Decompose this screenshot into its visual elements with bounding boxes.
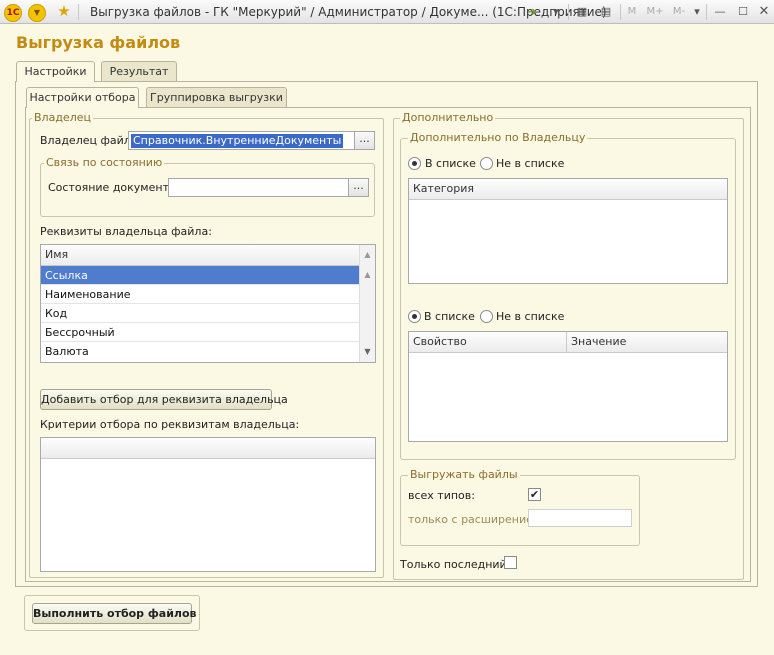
by-owner-legend: Дополнительно по Владельцу <box>408 131 588 144</box>
state-group-legend: Связь по состоянию <box>44 156 165 169</box>
scroll-up-small-icon[interactable]: ▲ <box>360 268 375 282</box>
requisites-table-header: Имя <box>41 245 375 266</box>
criteria-table[interactable] <box>40 437 376 572</box>
close-icon[interactable]: ✕ <box>756 4 772 20</box>
table-row[interactable]: Валюта <box>41 342 360 361</box>
category-table-header: Категория <box>409 179 727 200</box>
all-types-label: всех типов: <box>408 489 475 502</box>
properties-table-header: Свойство Значение <box>409 332 727 353</box>
toolbar-dropdown-icon[interactable]: ▾ <box>691 4 703 20</box>
calendar-icon[interactable]: ▤ <box>598 4 614 20</box>
owner-file-field[interactable]: Справочник.ВнутренниеДокументы ... <box>128 131 375 150</box>
scroll-down-icon[interactable]: ▼ <box>360 345 375 359</box>
properties-table[interactable]: Свойство Значение <box>408 331 728 442</box>
maximize-icon[interactable]: ☐ <box>735 4 751 20</box>
property-in-list-label[interactable]: В списке <box>424 310 475 323</box>
extension-label: только с расширением: <box>408 513 545 526</box>
category-in-list-label[interactable]: В списке <box>425 157 476 170</box>
tab-result[interactable]: Результат <box>101 61 177 81</box>
tab-filter-settings[interactable]: Настройки отбора <box>26 87 139 108</box>
toolbar-separator <box>620 4 621 20</box>
owner-group-legend: Владелец <box>32 111 93 124</box>
property-in-list-radio[interactable] <box>408 310 421 323</box>
name-column-header[interactable]: Имя <box>41 245 68 265</box>
minimize-icon[interactable]: — <box>712 4 728 20</box>
state-label: Состояние документа: <box>48 181 180 194</box>
category-table[interactable]: Категория <box>408 178 728 284</box>
toolbar-separator <box>706 4 707 20</box>
export-files-legend: Выгружать файлы <box>408 468 520 481</box>
all-types-checkbox[interactable]: ✔ <box>528 488 541 501</box>
value-column-header[interactable]: Значение <box>567 332 626 352</box>
requisites-label: Реквизиты владельца файла: <box>40 225 212 238</box>
table-row[interactable]: Наименование <box>41 285 360 304</box>
owner-file-label: Владелец файла: <box>40 134 142 147</box>
state-select-button[interactable]: ... <box>348 179 368 196</box>
category-column-header[interactable]: Категория <box>409 179 474 199</box>
owner-file-value: Справочник.ВнутренниеДокументы <box>131 134 344 148</box>
table-row[interactable]: Код <box>41 304 360 323</box>
last-only-label: Только последний: <box>400 558 511 571</box>
toolbar-separator <box>568 4 569 20</box>
state-field[interactable]: ... <box>168 178 369 197</box>
toolbar-separator <box>78 4 79 20</box>
calculator-icon[interactable]: ▦ <box>574 4 590 20</box>
additional-group-legend: Дополнительно <box>400 111 496 124</box>
add-filter-button[interactable]: Добавить отбор для реквизита владельца <box>40 389 288 410</box>
criteria-label: Критерии отбора по реквизитам владельца: <box>40 418 300 431</box>
property-not-in-list-radio[interactable] <box>480 310 493 323</box>
history-icon[interactable]: ▾ <box>548 4 564 20</box>
run-filter-button[interactable]: Выполнить отбор файлов <box>32 603 197 624</box>
requisites-table: Имя Ссылка Наименование Код Бессрочный В… <box>40 244 376 363</box>
property-not-in-list-label[interactable]: Не в списке <box>496 310 564 323</box>
app-logo-icon[interactable]: 1C <box>4 4 22 22</box>
tab-settings[interactable]: Настройки <box>16 61 95 82</box>
scroll-up-icon[interactable]: ▲ <box>360 248 375 262</box>
extension-field[interactable] <box>528 509 632 527</box>
main-menu-icon[interactable]: ▼ <box>28 4 46 22</box>
table-row[interactable]: Бессрочный <box>41 323 360 342</box>
form-title: Выгрузка файлов <box>16 33 181 52</box>
memory-minus-button[interactable]: M- <box>670 4 688 20</box>
requisites-scrollbar[interactable]: ▲ ▲ ▼ <box>359 245 375 362</box>
favorite-star-icon[interactable]: ★ <box>56 4 72 20</box>
memory-plus-button[interactable]: M+ <box>646 4 664 20</box>
category-not-in-list-radio[interactable] <box>480 157 493 170</box>
last-only-checkbox[interactable] <box>504 556 517 569</box>
category-in-list-radio[interactable] <box>408 157 421 170</box>
window-titlebar: 1C ▼ ★ Выгрузка файлов - ГК "Меркурий" /… <box>0 0 774 24</box>
criteria-table-header <box>41 438 375 459</box>
tab-grouping[interactable]: Группировка выгрузки <box>146 87 287 107</box>
memory-m-button[interactable]: M <box>625 4 639 20</box>
category-not-in-list-label[interactable]: Не в списке <box>496 157 564 170</box>
forward-icon[interactable]: ➜ <box>524 4 540 20</box>
owner-select-button[interactable]: ... <box>354 132 374 149</box>
table-row[interactable]: Ссылка <box>41 266 360 285</box>
property-column-header[interactable]: Свойство <box>409 332 567 352</box>
